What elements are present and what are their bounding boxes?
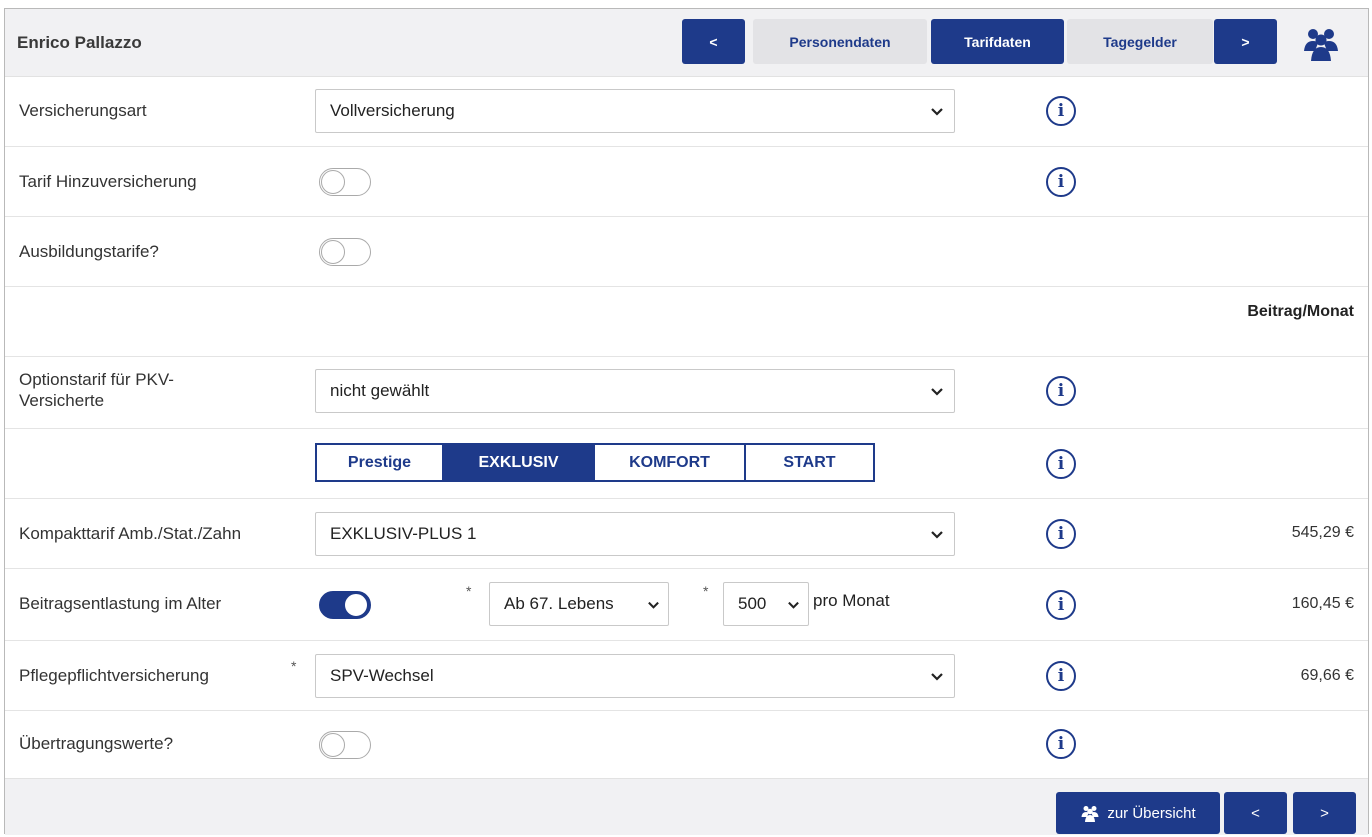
tarif-level-selector: Prestige EXKLUSIV KOMFORT START [315, 443, 875, 482]
kompakttarif-value: EXKLUSIV-PLUS 1 [330, 524, 477, 543]
overview-button[interactable]: zur Übersicht [1056, 792, 1220, 834]
tab-tarifdaten[interactable]: Tarifdaten [931, 19, 1064, 64]
overview-label: zur Übersicht [1107, 804, 1196, 822]
info-icon[interactable]: i [1046, 96, 1076, 126]
chevron-down-icon [931, 531, 943, 539]
hinzuversicherung-label: Tarif Hinzuversicherung [19, 172, 197, 191]
tab-personendaten[interactable]: Personendaten [753, 19, 927, 64]
info-icon[interactable]: i [1046, 167, 1076, 197]
required-marker: * [466, 583, 472, 599]
age-select[interactable]: Ab 67. Lebens [489, 582, 669, 626]
row-pflegepflicht: Pflegepflichtversicherung * SPV-Wechsel … [5, 641, 1368, 711]
footer-next-button[interactable]: > [1293, 792, 1356, 834]
required-marker: * [703, 583, 709, 599]
ausbildungstarife-label: Ausbildungstarife? [19, 242, 159, 261]
optionstarif-label: Optionstarif für PKV-Versicherte [19, 370, 174, 410]
people-group-icon[interactable] [1301, 23, 1341, 63]
versicherungsart-select[interactable]: Vollversicherung [315, 89, 955, 133]
pflegepflicht-select[interactable]: SPV-Wechsel [315, 654, 955, 698]
versicherungsart-value: Vollversicherung [330, 101, 455, 120]
chevron-down-icon [931, 673, 943, 681]
beitrag-monat-heading: Beitrag/Monat [1247, 303, 1354, 320]
kompakttarif-label: Kompakttarif Amb./Stat./Zahn [19, 524, 242, 543]
beitragsentlastung-price: 160,45 € [1291, 595, 1354, 612]
chevron-down-icon [788, 601, 799, 609]
row-versicherungsart: Versicherungsart Vollversicherung i [5, 77, 1368, 147]
tarif-level-komfort[interactable]: KOMFORT [595, 445, 746, 480]
tarif-level-prestige[interactable]: Prestige [317, 445, 444, 480]
kompakttarif-select[interactable]: EXKLUSIV-PLUS 1 [315, 512, 955, 556]
ausbildungstarife-toggle[interactable] [319, 238, 371, 266]
chevron-down-icon [931, 108, 943, 116]
header-bar: Enrico Pallazzo < Personendaten Tarifdat… [5, 9, 1368, 77]
row-optionstarif: Optionstarif für PKV-Versicherte nicht g… [5, 357, 1368, 429]
chevron-down-icon [648, 601, 659, 609]
beitragsentlastung-label: Beitragsentlastung im Alter [19, 594, 222, 613]
tab-tagegelder[interactable]: Tagegelder [1067, 19, 1213, 64]
footer-prev-button[interactable]: < [1224, 792, 1287, 834]
header-next-button[interactable]: > [1214, 19, 1277, 64]
beitragsentlastung-toggle[interactable] [319, 591, 371, 619]
info-icon[interactable]: i [1046, 376, 1076, 406]
chevron-down-icon [931, 388, 943, 396]
amount-select[interactable]: 500 [723, 582, 809, 626]
optionstarif-value: nicht gewählt [330, 381, 430, 400]
amount-value: 500 [738, 594, 767, 613]
row-ausbildungstarife: Ausbildungstarife? [5, 217, 1368, 287]
versicherungsart-label: Versicherungsart [19, 101, 147, 120]
pflegepflicht-label: Pflegepflichtversicherung [19, 666, 209, 685]
info-icon[interactable]: i [1046, 729, 1076, 759]
optionstarif-select[interactable]: nicht gewählt [315, 369, 955, 413]
kompakttarif-price: 545,29 € [1291, 524, 1354, 541]
pflegepflicht-value: SPV-Wechsel [330, 666, 434, 685]
info-icon[interactable]: i [1046, 519, 1076, 549]
person-name: Enrico Pallazzo [17, 33, 142, 52]
uebertragungswerte-toggle[interactable] [319, 731, 371, 759]
uebertragungswerte-label: Übertragungswerte? [19, 734, 174, 753]
row-kompakttarif: Kompakttarif Amb./Stat./Zahn EXKLUSIV-PL… [5, 499, 1368, 569]
info-icon[interactable]: i [1046, 661, 1076, 691]
tarif-level-start[interactable]: START [746, 445, 873, 480]
unit-text: pro Monat [813, 591, 890, 610]
row-hinzuversicherung: Tarif Hinzuversicherung i [5, 147, 1368, 217]
age-value: Ab 67. Lebens [504, 594, 614, 613]
footer-bar: zur Übersicht < > [5, 778, 1368, 835]
header-prev-button[interactable]: < [682, 19, 745, 64]
tarif-level-exklusiv[interactable]: EXKLUSIV [444, 445, 595, 480]
info-icon[interactable]: i [1046, 590, 1076, 620]
required-marker: * [291, 658, 297, 674]
row-beitragsentlastung: Beitragsentlastung im Alter * Ab 67. Leb… [5, 569, 1368, 641]
row-beitrag-header: Beitrag/Monat [5, 287, 1368, 357]
info-icon[interactable]: i [1046, 449, 1076, 479]
people-group-icon [1081, 806, 1099, 822]
pflegepflicht-price: 69,66 € [1300, 667, 1354, 684]
hinzuversicherung-toggle[interactable] [319, 168, 371, 196]
tariff-form: Enrico Pallazzo < Personendaten Tarifdat… [4, 8, 1369, 835]
row-uebertragungswerte: Übertragungswerte? i [5, 711, 1368, 778]
